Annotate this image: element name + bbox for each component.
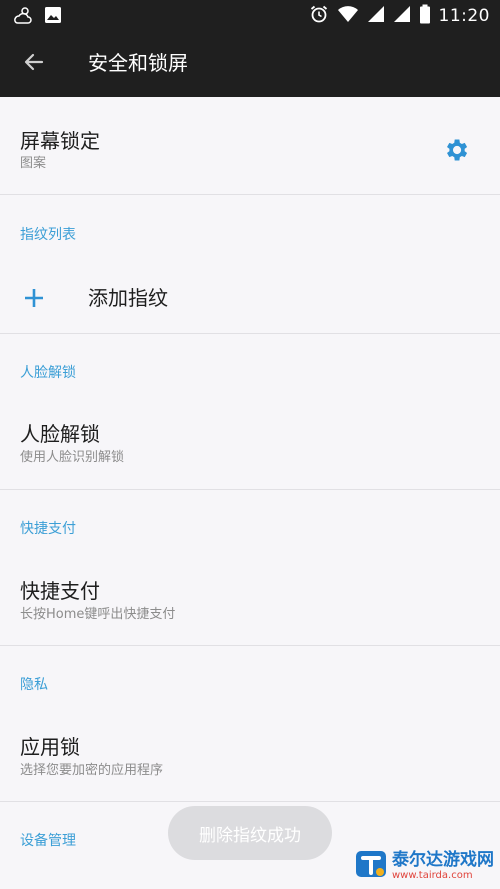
wifi-icon bbox=[337, 5, 359, 27]
section-header-device-management: 设备管理 bbox=[20, 833, 76, 849]
status-bar-right: 11:20 bbox=[309, 4, 491, 28]
app-lock-subtitle: 选择您要加密的应用程序 bbox=[20, 763, 164, 778]
app-lock-title: 应用锁 bbox=[20, 735, 80, 759]
watermark-title: 泰尔达游戏网 bbox=[392, 850, 494, 870]
quick-pay-row[interactable]: 快捷支付 长按Home键呼出快捷支付 bbox=[0, 549, 500, 645]
face-unlock-title: 人脸解锁 bbox=[20, 422, 100, 446]
divider bbox=[0, 489, 500, 490]
plus-icon bbox=[23, 287, 45, 309]
section-header-privacy: 隐私 bbox=[20, 677, 48, 693]
screen-lock-row[interactable]: 屏幕锁定 图案 bbox=[0, 97, 500, 194]
battery-icon bbox=[419, 4, 431, 28]
watermark-text: 泰尔达游戏网 www.tairda.com bbox=[392, 850, 494, 882]
toast-text: 删除指纹成功 bbox=[199, 825, 301, 846]
face-unlock-subtitle: 使用人脸识别解锁 bbox=[20, 450, 125, 465]
status-time: 11:20 bbox=[438, 6, 490, 26]
screen-lock-subtitle: 图案 bbox=[20, 156, 47, 171]
section-header-face-unlock: 人脸解锁 bbox=[20, 365, 76, 381]
back-button[interactable] bbox=[16, 46, 52, 82]
face-unlock-row[interactable]: 人脸解锁 使用人脸识别解锁 bbox=[0, 393, 500, 489]
watermark-url: www.tairda.com bbox=[392, 870, 473, 881]
add-fingerprint-label: 添加指纹 bbox=[88, 286, 168, 310]
divider bbox=[0, 194, 500, 195]
add-fingerprint-row[interactable]: 添加指纹 bbox=[0, 257, 500, 333]
status-bar-left bbox=[12, 5, 62, 29]
quick-pay-title: 快捷支付 bbox=[20, 579, 100, 603]
watermark: 泰尔达游戏网 www.tairda.com bbox=[354, 847, 494, 885]
toast-message: 删除指纹成功 bbox=[168, 806, 332, 860]
app-lock-row[interactable]: 应用锁 选择您要加密的应用程序 bbox=[0, 705, 500, 801]
divider bbox=[0, 333, 500, 334]
settings-list: 屏幕锁定 图案 指纹列表 添加指纹 人脸解锁 人脸解锁 使用人脸识别解锁 快捷支… bbox=[0, 97, 500, 889]
section-header-fingerprint: 指纹列表 bbox=[20, 227, 76, 243]
alarm-icon bbox=[309, 4, 329, 28]
gear-icon[interactable] bbox=[442, 136, 470, 164]
weather-cloud-icon bbox=[12, 5, 34, 29]
watermark-logo-icon bbox=[354, 847, 388, 885]
arrow-left-icon bbox=[22, 50, 46, 78]
screen-lock-title: 屏幕锁定 bbox=[20, 129, 100, 153]
app-bar: 安全和锁屏 bbox=[0, 32, 500, 97]
status-bar: 11:20 bbox=[0, 0, 500, 32]
image-icon bbox=[44, 6, 62, 28]
section-header-quick-pay: 快捷支付 bbox=[20, 521, 76, 537]
divider bbox=[0, 801, 500, 802]
signal-icon bbox=[367, 5, 385, 27]
page-title: 安全和锁屏 bbox=[88, 51, 188, 75]
divider bbox=[0, 645, 500, 646]
quick-pay-subtitle: 长按Home键呼出快捷支付 bbox=[20, 607, 176, 622]
signal-icon bbox=[393, 5, 411, 27]
